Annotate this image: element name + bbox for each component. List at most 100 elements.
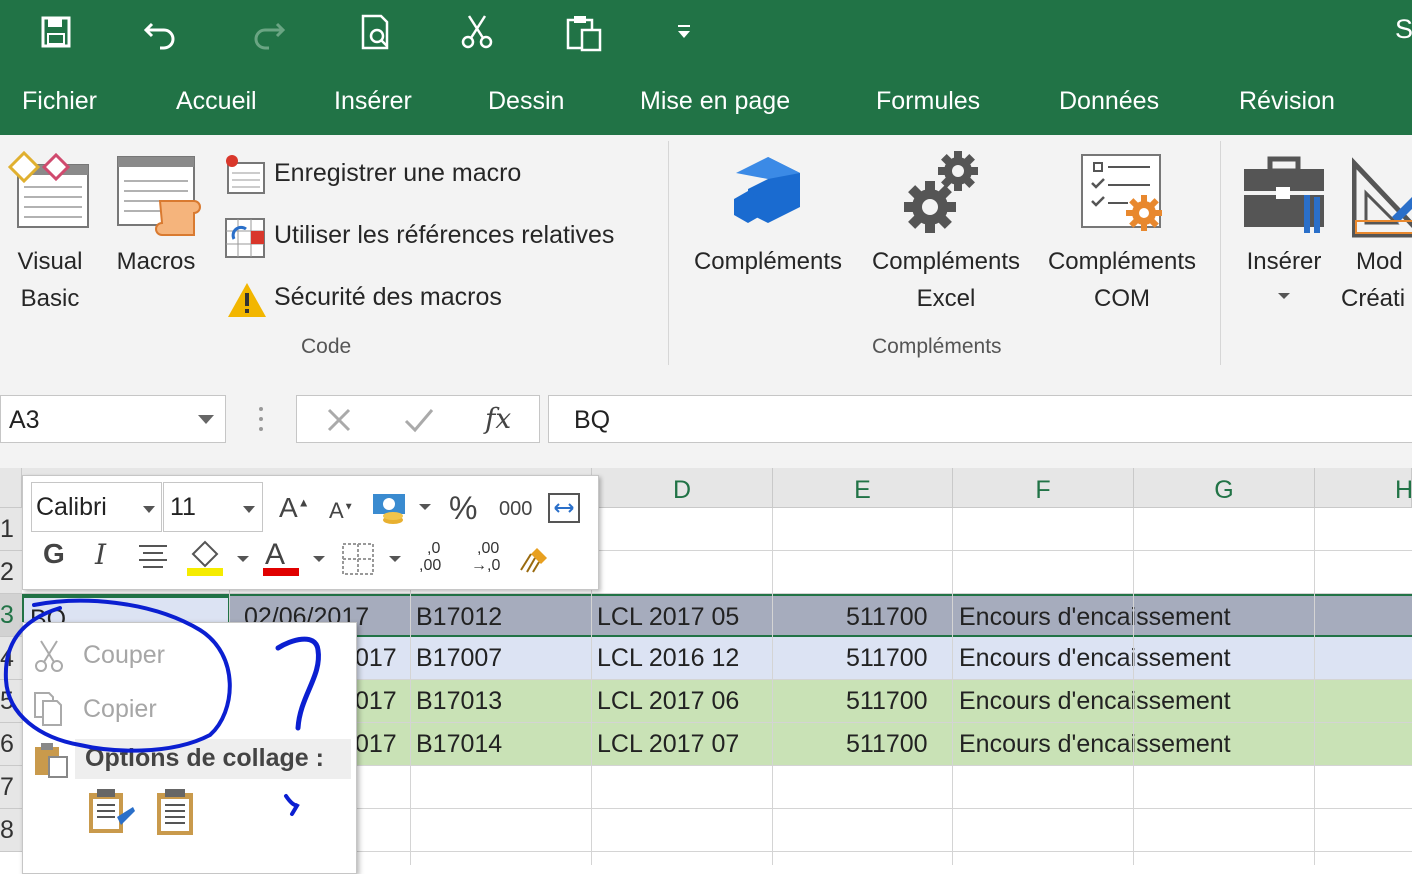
menu-item-copy[interactable]: Copier bbox=[23, 683, 356, 735]
comma-style-button[interactable]: 000 bbox=[499, 498, 532, 521]
cell-c3[interactable]: B17012 bbox=[416, 596, 502, 635]
name-box-value: A3 bbox=[9, 406, 40, 434]
increase-decimal-top: ,0 bbox=[427, 540, 441, 557]
cell-e4[interactable]: 511700 bbox=[846, 637, 928, 679]
row-header-5[interactable]: 5 bbox=[0, 680, 22, 723]
relative-references-icon bbox=[225, 218, 265, 258]
record-macro-label: Enregistrer une macro bbox=[274, 159, 522, 187]
bold-button[interactable]: G bbox=[43, 538, 65, 570]
borders-icon[interactable] bbox=[339, 538, 409, 578]
currency-format-icon[interactable] bbox=[371, 490, 433, 526]
chevron-down-icon bbox=[243, 506, 255, 513]
row-header-1[interactable]: 1 bbox=[0, 508, 22, 551]
cell-c4[interactable]: B17007 bbox=[416, 637, 502, 679]
name-box[interactable]: A3 bbox=[0, 395, 226, 443]
decrease-decimal-button[interactable]: ,00 →,0 bbox=[471, 540, 515, 574]
cell-e6[interactable]: 511700 bbox=[846, 723, 928, 765]
visual-basic-label-1: Visual bbox=[17, 248, 83, 275]
cell-f3[interactable]: Encours d'encaissement bbox=[959, 596, 1231, 635]
excel-addins-button[interactable]: Compléments Excel bbox=[858, 143, 1034, 313]
cell-b6[interactable]: 017 bbox=[355, 723, 397, 765]
column-header-g[interactable]: G bbox=[1134, 468, 1315, 508]
customize-qat-icon[interactable] bbox=[662, 12, 706, 52]
cell-c5[interactable]: B17013 bbox=[416, 680, 502, 722]
tab-donnees[interactable]: Données bbox=[1059, 68, 1159, 135]
tab-inserer[interactable]: Insérer bbox=[334, 68, 412, 135]
window-title: S bbox=[1395, 14, 1412, 44]
chevron-down-icon bbox=[1278, 293, 1290, 299]
enter-check-icon[interactable] bbox=[403, 406, 435, 434]
tab-fichier[interactable]: Fichier bbox=[22, 68, 97, 135]
grow-font-icon[interactable]: A▲ bbox=[279, 492, 310, 524]
com-addins-button[interactable]: Compléments COM bbox=[1034, 143, 1210, 313]
com-addins-icon bbox=[1081, 154, 1162, 231]
excel-addins-gears-icon bbox=[904, 151, 978, 233]
row-header-7[interactable]: 7 bbox=[0, 766, 22, 809]
row-header-2[interactable]: 2 bbox=[0, 551, 22, 594]
font-name-dropdown[interactable]: Calibri bbox=[31, 482, 162, 532]
column-header-e[interactable]: E bbox=[773, 468, 953, 508]
insert-controls-button[interactable]: Insérer bbox=[1232, 143, 1336, 313]
format-painter-icon[interactable] bbox=[519, 542, 553, 574]
design-mode-button[interactable]: Mod Créati bbox=[1340, 143, 1412, 313]
tab-mise-en-page[interactable]: Mise en page bbox=[640, 68, 790, 135]
insert-function-button[interactable]: fx bbox=[485, 402, 511, 435]
formula-input[interactable]: BQ bbox=[548, 395, 1412, 443]
column-header-f[interactable]: F bbox=[953, 468, 1134, 508]
cell-c6[interactable]: B17014 bbox=[416, 723, 502, 765]
wrap-text-icon[interactable] bbox=[547, 492, 581, 524]
chevron-down-icon[interactable] bbox=[197, 414, 215, 426]
relative-references-button[interactable]: Utiliser les références relatives bbox=[224, 217, 644, 261]
select-all-corner[interactable] bbox=[0, 468, 22, 508]
save-icon[interactable] bbox=[35, 12, 79, 52]
cell-d4[interactable]: LCL 2016 12 bbox=[597, 637, 739, 679]
paste-values-icon[interactable] bbox=[155, 787, 197, 839]
addins-group-label: Compléments bbox=[872, 335, 1002, 358]
tab-dessin[interactable]: Dessin bbox=[488, 68, 564, 135]
fill-color-icon[interactable] bbox=[185, 538, 261, 578]
cell-f4[interactable]: Encours d'encaissement bbox=[959, 637, 1231, 679]
tab-formules[interactable]: Formules bbox=[876, 68, 980, 135]
cell-d5[interactable]: LCL 2017 06 bbox=[597, 680, 739, 722]
undo-icon[interactable] bbox=[140, 12, 184, 52]
paste-icon[interactable] bbox=[562, 12, 606, 52]
addins-button[interactable]: Compléments bbox=[680, 143, 856, 293]
row-header-3[interactable]: 3 bbox=[0, 594, 22, 637]
print-preview-icon[interactable] bbox=[355, 12, 399, 52]
percent-style-button[interactable]: % bbox=[449, 490, 477, 527]
row-header-4[interactable]: 4 bbox=[0, 637, 22, 680]
font-color-icon[interactable]: A bbox=[261, 538, 337, 578]
drag-handle-icon[interactable] bbox=[254, 403, 268, 435]
cell-b4[interactable]: 017 bbox=[355, 637, 397, 679]
align-center-icon[interactable] bbox=[137, 542, 169, 572]
cut-icon[interactable] bbox=[455, 12, 499, 52]
record-macro-button[interactable]: Enregistrer une macro bbox=[224, 155, 644, 199]
row-header-6[interactable]: 6 bbox=[0, 723, 22, 766]
column-header-h[interactable]: H bbox=[1315, 468, 1412, 508]
row-header-8[interactable]: 8 bbox=[0, 809, 22, 852]
redo-icon[interactable] bbox=[245, 12, 289, 52]
gridline bbox=[1133, 508, 1134, 865]
increase-decimal-button[interactable]: ,0 ,00 bbox=[419, 540, 459, 574]
tab-accueil[interactable]: Accueil bbox=[176, 68, 257, 135]
cell-f5[interactable]: Encours d'encaissement bbox=[959, 680, 1231, 722]
gridline bbox=[772, 508, 773, 865]
tab-revision[interactable]: Révision bbox=[1239, 68, 1335, 135]
menu-item-cut[interactable]: Couper bbox=[23, 629, 356, 681]
cancel-icon[interactable] bbox=[325, 406, 353, 434]
column-header-d[interactable]: D bbox=[592, 468, 773, 508]
font-size-dropdown[interactable]: 11 bbox=[163, 482, 263, 532]
cell-e5[interactable]: 511700 bbox=[846, 680, 928, 722]
cell-d3[interactable]: LCL 2017 05 bbox=[597, 596, 739, 635]
macro-security-button[interactable]: Sécurité des macros bbox=[224, 279, 644, 323]
cut-icon bbox=[35, 640, 63, 672]
visual-basic-button[interactable]: Visual Basic bbox=[0, 143, 100, 313]
macros-button[interactable]: Macros bbox=[106, 143, 206, 293]
cell-f6[interactable]: Encours d'encaissement bbox=[959, 723, 1231, 765]
cell-e3[interactable]: 511700 bbox=[846, 596, 928, 635]
shrink-font-icon[interactable]: A▼ bbox=[329, 498, 354, 524]
paste-keep-formatting-icon[interactable] bbox=[87, 787, 137, 839]
cell-d6[interactable]: LCL 2017 07 bbox=[597, 723, 739, 765]
cell-b5[interactable]: 017 bbox=[355, 680, 397, 722]
italic-button[interactable]: I bbox=[95, 538, 106, 571]
